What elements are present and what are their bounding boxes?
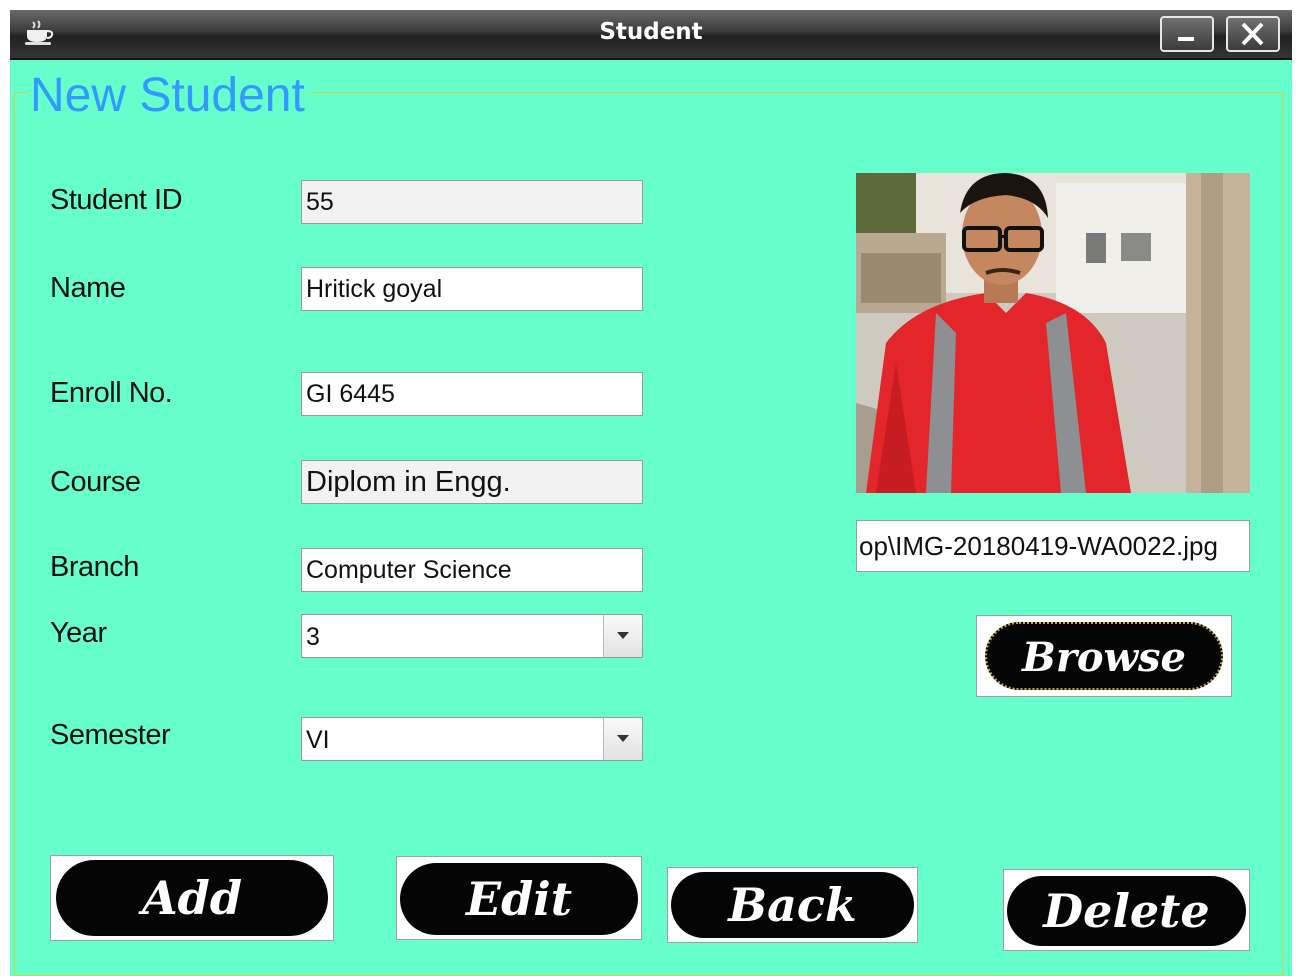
enroll-no-label: Enroll No. [50, 377, 173, 409]
name-input[interactable] [306, 268, 642, 310]
title-bar[interactable]: Student [10, 10, 1292, 60]
panel-title: New Student [28, 68, 311, 124]
student-photo [856, 173, 1250, 493]
edit-button[interactable]: Edit [396, 856, 642, 940]
minimize-icon [1178, 37, 1194, 41]
browse-button-label: Browse [985, 622, 1223, 690]
back-button-label: Back [671, 872, 914, 938]
course-input[interactable] [306, 461, 642, 503]
enroll-no-field[interactable] [301, 372, 643, 416]
semester-selected-value: VI [306, 726, 330, 754]
enroll-no-input[interactable] [306, 373, 642, 415]
semester-label: Semester [50, 719, 171, 751]
chevron-down-icon [617, 735, 629, 742]
back-button[interactable]: Back [667, 867, 918, 943]
delete-button-label: Delete [1007, 876, 1246, 946]
browse-button[interactable]: Browse [976, 615, 1232, 697]
year-selected-value: 3 [306, 623, 320, 651]
add-button-label: Add [56, 860, 328, 936]
window-title: Student [599, 19, 703, 45]
edit-button-label: Edit [400, 863, 638, 935]
name-label: Name [50, 272, 126, 304]
branch-field[interactable] [301, 548, 643, 592]
branch-label: Branch [50, 551, 139, 583]
year-label: Year [50, 617, 107, 649]
student-id-label: Student ID [50, 184, 183, 216]
year-select[interactable]: 3 [301, 614, 643, 658]
minimize-button[interactable] [1160, 16, 1214, 52]
close-icon [1241, 22, 1264, 46]
image-path-field[interactable]: op\IMG-20180419-WA0022.jpg [856, 520, 1250, 572]
course-label: Course [50, 466, 141, 498]
year-dropdown-button[interactable] [603, 615, 642, 657]
branch-input[interactable] [306, 549, 642, 591]
course-field[interactable] [301, 460, 643, 504]
student-window: Student New Student Student ID Name Enro… [10, 10, 1292, 976]
semester-dropdown-button[interactable] [603, 718, 642, 760]
name-field[interactable] [301, 267, 643, 311]
delete-button[interactable]: Delete [1003, 869, 1250, 951]
add-button[interactable]: Add [50, 855, 334, 941]
student-id-input[interactable] [306, 181, 642, 223]
student-id-field[interactable] [301, 180, 643, 224]
chevron-down-icon [617, 632, 629, 639]
semester-select[interactable]: VI [301, 717, 643, 761]
close-button[interactable] [1226, 16, 1280, 52]
